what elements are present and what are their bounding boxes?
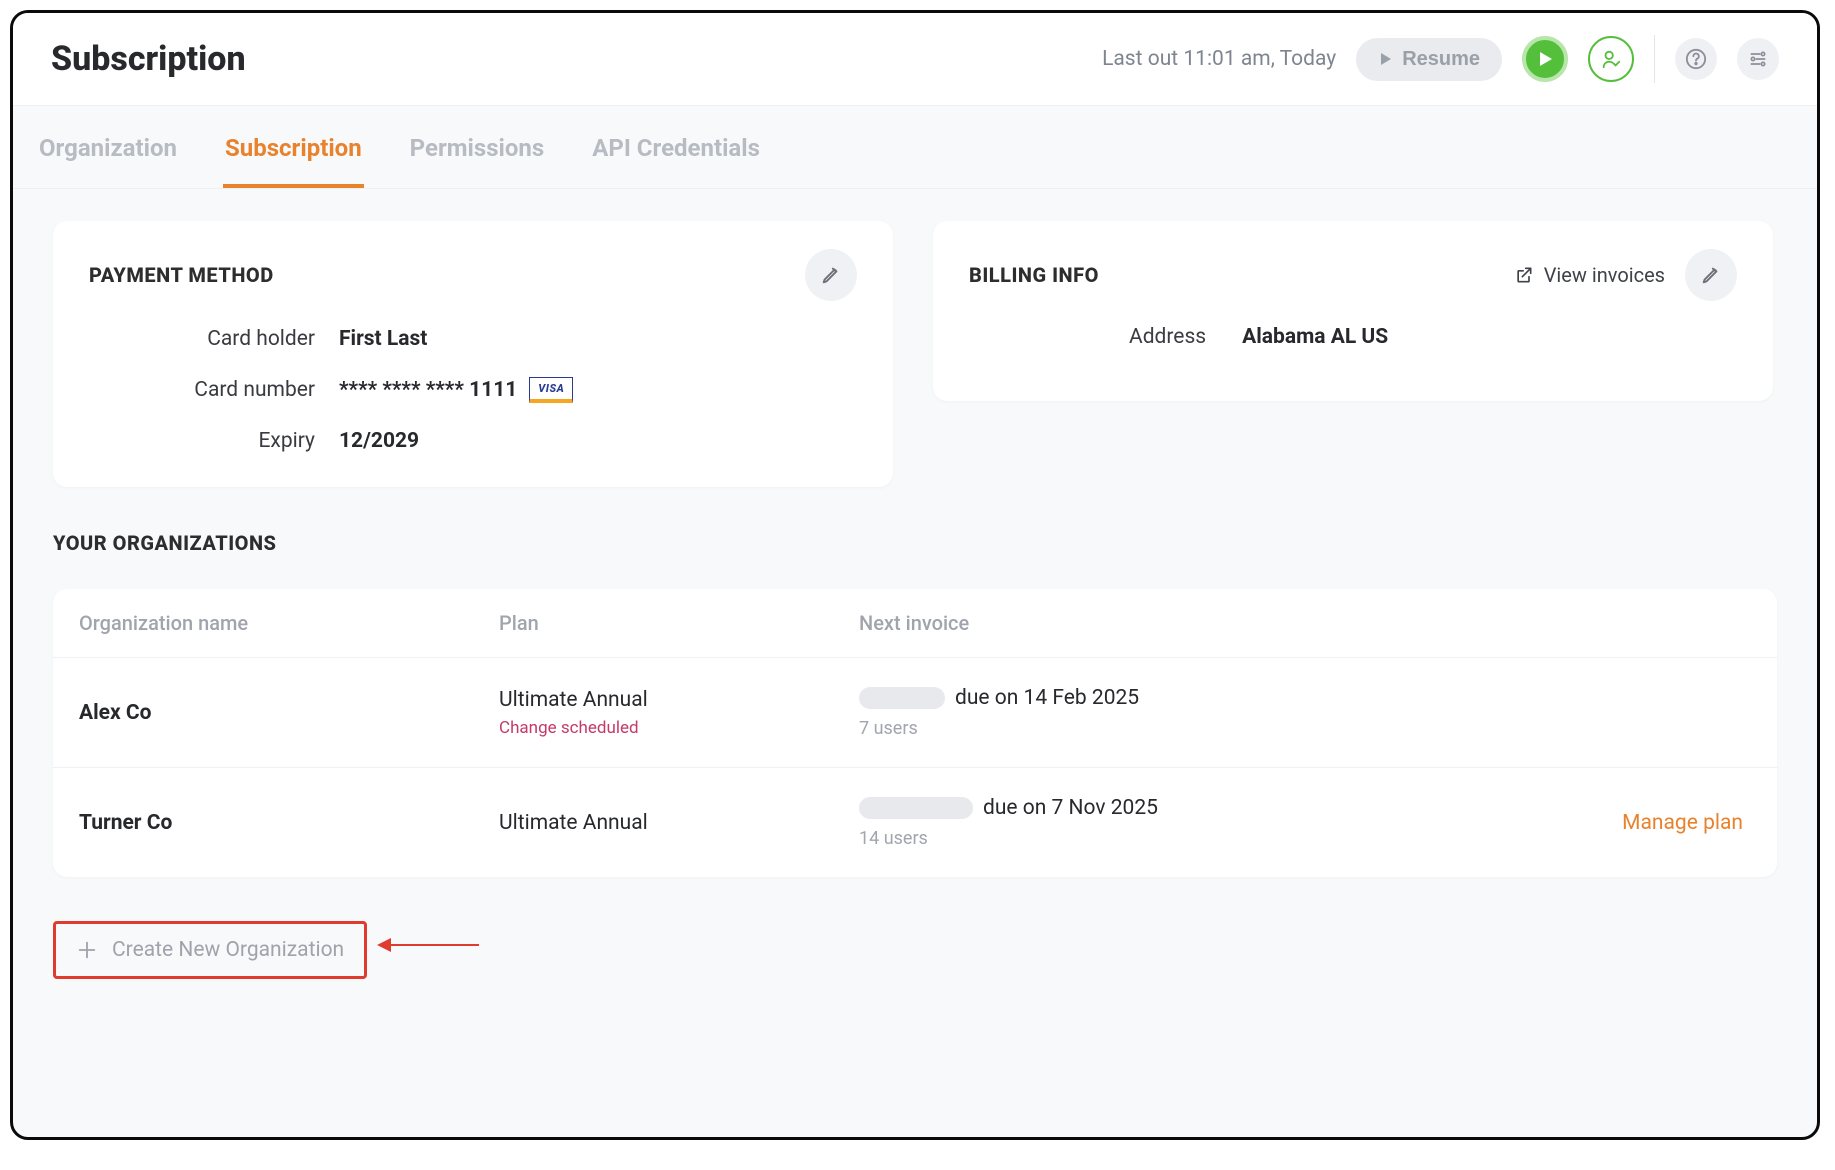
org-plan: Ultimate Annual [499,688,859,712]
play-icon [1378,51,1394,67]
org-plan: Ultimate Annual [499,811,859,835]
external-link-icon [1514,265,1534,285]
org-users: 7 users [859,718,1553,739]
resume-label: Resume [1402,48,1480,71]
question-icon [1685,48,1707,70]
billing-info-card: BILLING INFO View invoices Address Alaba… [933,221,1773,401]
payment-method-card: PAYMENT METHOD Card holder First Last Ca… [53,221,893,487]
view-invoices-text: View invoices [1544,263,1665,287]
org-name: Turner Co [79,811,499,835]
annotation-arrow [389,944,479,946]
create-org-callout: Create New Organization [53,911,1777,979]
col-header-name: Organization name [79,611,499,635]
edit-payment-button[interactable] [805,249,857,301]
sliders-icon [1748,49,1768,69]
table-row[interactable]: Turner Co Ultimate Annual due on 7 Nov 2… [53,767,1777,877]
billing-card-title: BILLING INFO [969,263,1099,287]
address-value: Alabama AL US [1242,325,1388,349]
page-title: Subscription [51,39,246,79]
amount-skeleton [859,797,973,819]
tab-organization[interactable]: Organization [37,128,179,188]
org-next-invoice: due on 14 Feb 2025 [859,686,1553,710]
content: PAYMENT METHOD Card holder First Last Ca… [13,189,1817,1011]
pencil-icon [820,264,842,286]
org-next-invoice: due on 7 Nov 2025 [859,796,1553,820]
help-button[interactable] [1675,38,1717,80]
resume-button[interactable]: Resume [1356,38,1502,81]
cards-row: PAYMENT METHOD Card holder First Last Ca… [53,221,1777,487]
tab-api-credentials[interactable]: API Credentials [590,128,762,188]
card-number-label: Card number [89,378,339,402]
view-invoices-link[interactable]: View invoices [1514,263,1665,287]
orgs-section-title: YOUR ORGANIZATIONS [53,531,1777,555]
page-header: Subscription Last out 11:01 am, Today Re… [13,13,1817,106]
invoice-due-text: due on 7 Nov 2025 [983,796,1158,820]
orgs-table: Organization name Plan Next invoice Alex… [53,589,1777,877]
manage-plan-link[interactable]: Manage plan [1622,811,1743,835]
invoice-due-text: due on 14 Feb 2025 [955,686,1139,710]
settings-button[interactable] [1737,38,1779,80]
create-org-label: Create New Organization [112,938,344,962]
divider [1654,35,1655,83]
card-number-value: **** **** **** 1111 VISA [339,377,573,403]
play-filled-icon [1536,50,1554,68]
card-holder-label: Card holder [89,327,339,351]
create-organization-button[interactable]: Create New Organization [53,921,367,979]
user-check-icon [1600,48,1622,70]
org-name: Alex Co [79,701,499,725]
expiry-value: 12/2029 [339,429,419,453]
user-presence-button[interactable] [1588,36,1634,82]
plus-icon [76,939,98,961]
pencil-icon [1700,264,1722,286]
last-out-text: Last out 11:01 am, Today [1102,47,1336,71]
header-actions: Last out 11:01 am, Today Resume [1102,35,1779,83]
address-label: Address [1129,325,1206,349]
col-header-plan: Plan [499,611,859,635]
table-row[interactable]: Alex Co Ultimate Annual Change scheduled… [53,657,1777,767]
org-users: 14 users [859,828,1553,849]
card-holder-value: First Last [339,327,427,351]
amount-skeleton [859,687,945,709]
card-number-text: **** **** **** 1111 [339,378,517,402]
orgs-table-header: Organization name Plan Next invoice [53,589,1777,657]
expiry-label: Expiry [89,429,339,453]
payment-card-title: PAYMENT METHOD [89,263,274,287]
org-plan-note: Change scheduled [499,718,859,738]
visa-badge: VISA [529,377,573,403]
start-timer-button[interactable] [1522,36,1568,82]
tabs: Organization Subscription Permissions AP… [13,106,1817,189]
edit-billing-button[interactable] [1685,249,1737,301]
tab-permissions[interactable]: Permissions [408,128,547,188]
col-header-next: Next invoice [859,611,1553,635]
tab-subscription[interactable]: Subscription [223,128,364,188]
visa-text: VISA [538,382,564,395]
